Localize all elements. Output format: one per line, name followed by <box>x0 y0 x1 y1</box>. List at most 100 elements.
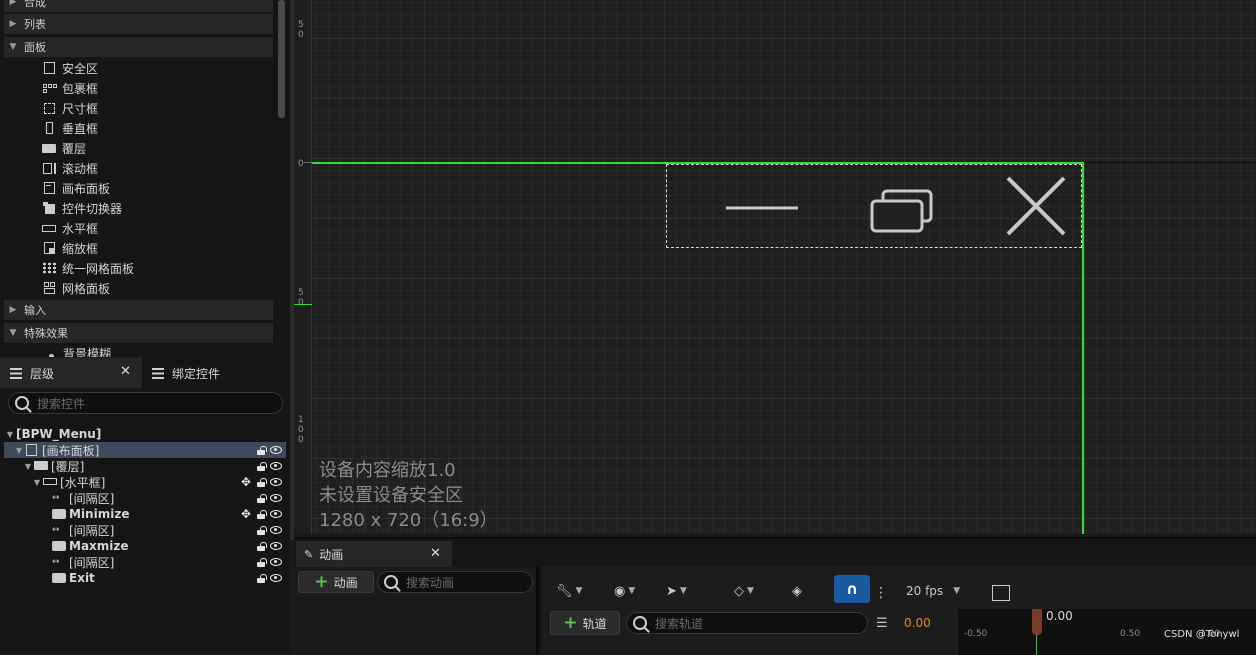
palette-item-sizebox[interactable]: 尺寸框 <box>42 98 98 118</box>
palette-item-wrapbox[interactable]: 包裹框 <box>42 78 98 98</box>
unlock-icon[interactable] <box>256 509 267 519</box>
category-label: 面板 <box>24 41 46 54</box>
palette-item-overlay[interactable]: 覆层 <box>42 138 86 158</box>
move-icon[interactable]: ✥ <box>240 507 252 521</box>
track-search-input[interactable]: 搜索轨道 <box>626 612 868 634</box>
unlock-icon[interactable] <box>256 525 267 535</box>
uniform-grid-icon <box>42 262 57 274</box>
view-menu-button[interactable]: ◉ ▼ <box>614 579 635 603</box>
visibility-eye-icon[interactable] <box>270 462 282 470</box>
expand-arrow-icon[interactable]: ▶ <box>4 0 22 7</box>
category-special-effects[interactable]: ▼ 特殊效果 <box>4 323 273 343</box>
collapse-arrow-icon[interactable]: ▼ <box>4 328 22 338</box>
snap-toggle-button[interactable]: ∩ <box>834 575 870 603</box>
collapse-arrow-icon[interactable]: ▼ <box>13 446 25 455</box>
unlock-icon[interactable] <box>256 541 267 551</box>
palette-item-background-blur[interactable]: 背景模糊 <box>46 343 111 357</box>
category-composite[interactable]: ▶ 合成 <box>4 0 273 12</box>
palette-item-horizontalbox[interactable]: 水平框 <box>42 218 98 238</box>
curve-editor-button[interactable] <box>992 581 1010 605</box>
row-actions <box>256 541 282 551</box>
maximize-icon[interactable] <box>867 185 937 237</box>
tree-row[interactable]: ▼ [画布面板] <box>4 442 286 458</box>
tree-row[interactable]: Minimize ✥ <box>4 506 286 522</box>
category-list[interactable]: ▶ 列表 <box>4 14 273 34</box>
palette-item-safezone[interactable]: 安全区 <box>42 58 98 78</box>
tree-row[interactable]: Maxmize <box>4 538 286 554</box>
tree-row[interactable]: ↔ [间隔区] <box>4 522 286 538</box>
tree-row[interactable]: Exit <box>4 570 286 586</box>
auto-key-button[interactable]: ◈ <box>792 579 802 603</box>
tree-row-label: [水平框] <box>60 475 106 490</box>
expand-arrow-icon[interactable]: ▶ <box>4 19 22 29</box>
current-time-field[interactable]: 0.00 <box>904 611 931 635</box>
info-line: 设备内容缩放1.0 <box>319 460 456 481</box>
palette-item-scalebox[interactable]: 缩放框 <box>42 238 98 258</box>
palette-item-grid-panel[interactable]: 网格面板 <box>42 278 110 298</box>
expand-arrow-icon[interactable]: ▶ <box>4 305 22 315</box>
tree-row[interactable]: ↔ [间隔区] <box>4 490 286 506</box>
unlock-icon[interactable] <box>256 557 267 567</box>
snap-options-button[interactable]: ⋮ <box>874 581 888 605</box>
palette-item-verticalbox[interactable]: 垂直框 <box>42 118 98 138</box>
button-label: 动画 <box>333 575 358 590</box>
button-icon <box>52 541 66 551</box>
palette-item-widget-switcher[interactable]: 控件切换器 <box>42 198 122 218</box>
row-actions <box>256 525 282 535</box>
animation-search-input[interactable]: 搜索动画 <box>377 571 533 593</box>
grid-panel-icon <box>42 282 57 294</box>
category-input[interactable]: ▶ 输入 <box>4 300 273 320</box>
key-menu-button[interactable]: ◇ ▼ <box>734 579 754 603</box>
visibility-eye-icon[interactable] <box>270 446 282 454</box>
tab-label: 层级 <box>30 366 55 381</box>
visibility-eye-icon[interactable] <box>270 478 282 486</box>
close-icon[interactable]: ✕ <box>120 364 131 379</box>
palette-scrollbar[interactable] <box>278 0 285 118</box>
unlock-icon[interactable] <box>256 573 267 583</box>
tree-row[interactable]: ▼ [覆层] <box>4 458 286 474</box>
visibility-eye-icon[interactable] <box>270 494 282 502</box>
palette-item-label: 统一网格面板 <box>62 261 135 276</box>
chevron-down-icon: ▼ <box>679 586 687 596</box>
tab-animation[interactable]: ✎ 动画 ✕ <box>296 541 452 567</box>
visibility-eye-icon[interactable] <box>270 558 282 566</box>
visibility-eye-icon[interactable] <box>270 510 282 518</box>
fps-dropdown[interactable]: 20 fps ▼ <box>906 579 960 603</box>
designer-canvas[interactable]: 设备内容缩放1.0 未设置设备安全区 1280 x 720（16:9） <box>312 0 1256 534</box>
tools-menu-button[interactable]: 🔧︎ ▼ <box>556 579 582 603</box>
palette-item-uniform-grid[interactable]: 统一网格面板 <box>42 258 134 278</box>
tab-bind-widgets[interactable]: 绑定控件 <box>142 358 290 388</box>
tab-hierarchy[interactable]: 层级 ✕ <box>0 358 142 388</box>
move-icon[interactable]: ✥ <box>240 475 252 489</box>
collapse-arrow-icon[interactable]: ▼ <box>22 462 34 471</box>
palette-item-scrollbox[interactable]: 滚动框 <box>42 158 98 178</box>
wrench-icon: 🔧︎ <box>556 583 573 599</box>
unlock-icon[interactable] <box>256 461 267 471</box>
safezone-icon <box>42 62 57 74</box>
tree-row[interactable]: ▼ [BPW_Menu] <box>4 426 286 442</box>
unlock-icon[interactable] <box>256 445 267 455</box>
tree-row[interactable]: ▼ [水平框] ✥ <box>4 474 286 490</box>
filter-button[interactable]: ☰ <box>876 611 888 635</box>
collapse-arrow-icon[interactable]: ▼ <box>31 478 43 487</box>
tree-row[interactable]: ↔ [间隔区] <box>4 554 286 570</box>
collapse-arrow-icon[interactable]: ▼ <box>4 430 16 439</box>
unlock-icon[interactable] <box>256 493 267 503</box>
minimize-icon[interactable] <box>722 195 802 221</box>
visibility-eye-icon[interactable] <box>270 542 282 550</box>
unlock-icon[interactable] <box>256 477 267 487</box>
close-icon[interactable]: ✕ <box>430 546 441 561</box>
close-icon[interactable] <box>1004 174 1068 238</box>
playhead-handle[interactable] <box>1032 609 1042 635</box>
collapse-arrow-icon[interactable]: ▼ <box>4 42 22 52</box>
add-animation-button[interactable]: + 动画 <box>298 571 374 593</box>
hierarchy-search-input[interactable]: 搜索控件 <box>8 392 283 414</box>
add-track-button[interactable]: + 轨道 <box>550 611 620 635</box>
palette-item-canvas-panel[interactable]: 画布面板 <box>42 178 110 198</box>
playback-menu-button[interactable]: ➤ ▼ <box>666 579 687 603</box>
fps-label: 20 fps <box>906 584 944 598</box>
category-panel[interactable]: ▼ 面板 <box>4 37 273 57</box>
visibility-eye-icon[interactable] <box>270 574 282 582</box>
visibility-eye-icon[interactable] <box>270 526 282 534</box>
ruler-tick <box>304 162 312 163</box>
